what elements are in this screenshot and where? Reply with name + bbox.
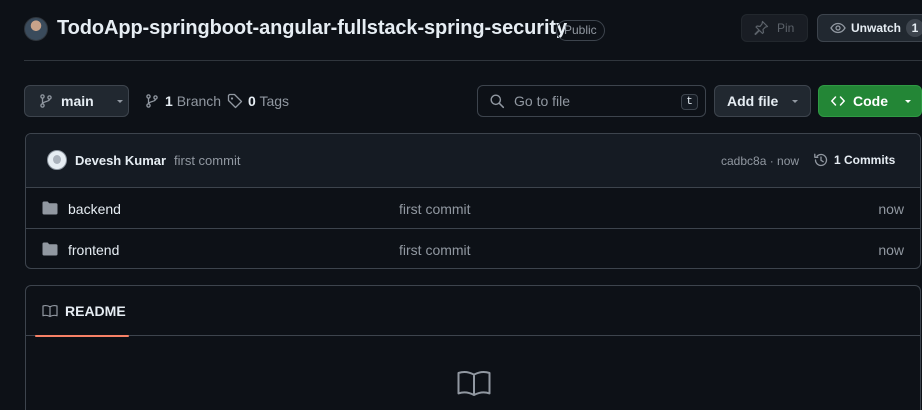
- eye-icon: [830, 20, 846, 36]
- file-name[interactable]: backend: [68, 201, 121, 217]
- branches-link[interactable]: 1 Branch: [144, 85, 221, 117]
- commits-link[interactable]: 1 Commits: [813, 152, 895, 168]
- history-icon: [813, 152, 829, 168]
- file-browser: Devesh Kumar first commit cadbc8a · now …: [25, 133, 921, 269]
- file-commit-time: now: [878, 242, 904, 258]
- owner-avatar[interactable]: [24, 17, 48, 41]
- file-row[interactable]: backend first commit now: [26, 188, 920, 229]
- file-commit-time: now: [878, 201, 904, 217]
- book-icon: [42, 303, 58, 319]
- repo-title[interactable]: TodoApp-springboot-angular-fullstack-spr…: [57, 17, 567, 40]
- file-name[interactable]: frontend: [68, 242, 119, 258]
- branch-label: Branch: [176, 93, 222, 109]
- file-row[interactable]: frontend first commit now: [26, 229, 920, 268]
- tag-label: Tags: [259, 93, 290, 109]
- pin-button[interactable]: Pin: [741, 14, 808, 42]
- unwatch-button[interactable]: Unwatch 1: [817, 14, 922, 42]
- avatar[interactable]: [47, 150, 67, 170]
- branch-name: main: [61, 93, 94, 109]
- unwatch-label: Unwatch: [851, 21, 902, 35]
- chevron-down-icon: [790, 96, 800, 106]
- chevron-down-icon: [903, 96, 913, 106]
- shortcut-key: t: [681, 94, 698, 110]
- go-to-file-search[interactable]: t: [477, 85, 706, 117]
- code-label: Code: [853, 93, 888, 109]
- git-branch-icon: [38, 93, 54, 109]
- commit-author[interactable]: Devesh Kumar: [75, 153, 166, 168]
- file-commit-message[interactable]: first commit: [399, 242, 471, 258]
- commit-message[interactable]: first commit: [174, 153, 240, 168]
- commit-sha-time[interactable]: cadbc8a · now: [721, 154, 799, 168]
- chevron-down-icon: [115, 96, 125, 106]
- tag-count: 0: [248, 93, 256, 109]
- tab-readme[interactable]: README: [35, 286, 129, 337]
- branch-selector[interactable]: main: [24, 85, 129, 117]
- tags-link[interactable]: 0 Tags: [227, 85, 289, 117]
- repo-toolbar: main 1 Branch 0 Tags t Add file Code: [24, 85, 922, 117]
- visibility-badge: Public: [556, 20, 605, 41]
- readme-body: [26, 336, 920, 410]
- book-icon: [457, 369, 491, 397]
- readme-panel: README: [25, 285, 921, 410]
- git-branch-icon: [144, 93, 160, 109]
- branch-count: 1: [165, 93, 173, 109]
- readme-tabbar: README: [26, 286, 920, 337]
- folder-icon: [42, 201, 58, 215]
- code-icon: [830, 93, 846, 109]
- commits-label: 1 Commits: [834, 153, 896, 167]
- file-commit-message[interactable]: first commit: [399, 201, 471, 217]
- tag-icon: [227, 93, 243, 109]
- go-to-file-input[interactable]: [514, 93, 674, 109]
- search-icon: [489, 93, 505, 109]
- add-file-label: Add file: [727, 93, 779, 109]
- header-divider: [24, 60, 922, 61]
- repo-header: TodoApp-springboot-angular-fullstack-spr…: [24, 14, 922, 46]
- readme-tab-label: README: [65, 303, 126, 319]
- latest-commit-bar: Devesh Kumar first commit cadbc8a · now …: [26, 134, 920, 188]
- pin-label: Pin: [777, 21, 795, 35]
- watch-count: 1: [906, 19, 922, 37]
- code-button[interactable]: Code: [818, 85, 922, 117]
- pin-icon: [753, 20, 769, 36]
- folder-icon: [42, 242, 58, 256]
- add-file-button[interactable]: Add file: [714, 85, 811, 117]
